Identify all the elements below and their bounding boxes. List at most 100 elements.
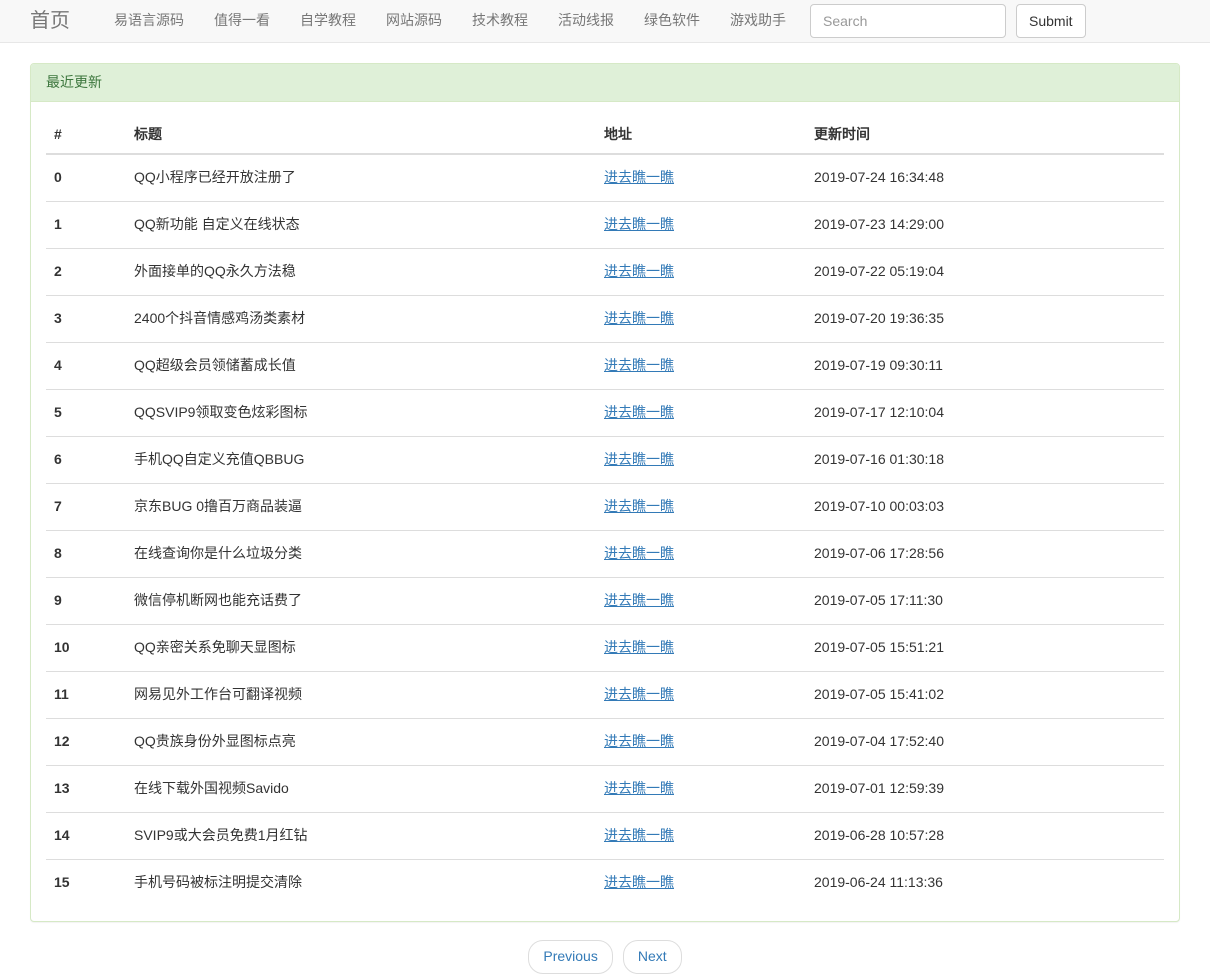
navbar-brand-home[interactable]: 首页 [30, 11, 85, 31]
table-row: 6 手机QQ自定义充值QBBUG 进去瞧一瞧 2019-07-16 01:30:… [46, 436, 1164, 483]
nav-link-green-software[interactable]: 绿色软件 [629, 0, 715, 43]
top-navbar: 首页 易语言源码 值得一看 自学教程 网站源码 技术教程 活动线报 绿色软件 游… [0, 0, 1210, 43]
cell-index: 5 [46, 389, 126, 436]
nav-item: 绿色软件 [629, 0, 715, 43]
nav-item: 网站源码 [371, 0, 457, 43]
row-detail-link[interactable]: 进去瞧一瞧 [604, 874, 674, 890]
cell-index: 9 [46, 577, 126, 624]
nav-link-website-source[interactable]: 网站源码 [371, 0, 457, 43]
table-row: 4 QQ超级会员领储蓄成长值 进去瞧一瞧 2019-07-19 09:30:11 [46, 342, 1164, 389]
search-input[interactable] [810, 4, 1006, 38]
row-detail-link[interactable]: 进去瞧一瞧 [604, 404, 674, 420]
table-row: 9 微信停机断网也能充话费了 进去瞧一瞧 2019-07-05 17:11:30 [46, 577, 1164, 624]
cell-title: QQ新功能 自定义在线状态 [126, 201, 596, 248]
row-detail-link[interactable]: 进去瞧一瞧 [604, 733, 674, 749]
table-row: 3 2400个抖音情感鸡汤类素材 进去瞧一瞧 2019-07-20 19:36:… [46, 295, 1164, 342]
cell-time: 2019-07-10 00:03:03 [806, 483, 1164, 530]
recent-updates-table: # 标题 地址 更新时间 0 QQ小程序已经开放注册了 进去瞧一瞧 2019-0… [46, 117, 1164, 906]
cell-address: 进去瞧一瞧 [596, 154, 806, 201]
table-row: 12 QQ贵族身份外显图标点亮 进去瞧一瞧 2019-07-04 17:52:4… [46, 718, 1164, 765]
cell-time: 2019-07-24 16:34:48 [806, 154, 1164, 201]
cell-address: 进去瞧一瞧 [596, 201, 806, 248]
row-detail-link[interactable]: 进去瞧一瞧 [604, 451, 674, 467]
row-detail-link[interactable]: 进去瞧一瞧 [604, 639, 674, 655]
cell-address: 进去瞧一瞧 [596, 671, 806, 718]
cell-title: QQ贵族身份外显图标点亮 [126, 718, 596, 765]
row-detail-link[interactable]: 进去瞧一瞧 [604, 780, 674, 796]
nav-item: 自学教程 [285, 0, 371, 43]
cell-time: 2019-07-19 09:30:11 [806, 342, 1164, 389]
pagination-next-button[interactable]: Next [623, 940, 682, 974]
column-header-address: 地址 [596, 117, 806, 154]
row-detail-link[interactable]: 进去瞧一瞧 [604, 310, 674, 326]
row-detail-link[interactable]: 进去瞧一瞧 [604, 216, 674, 232]
cell-time: 2019-07-05 15:51:21 [806, 624, 1164, 671]
cell-title: 在线下载外国视频Savido [126, 765, 596, 812]
pagination: Previous Next [30, 940, 1180, 974]
cell-title: 京东BUG 0撸百万商品装逼 [126, 483, 596, 530]
row-detail-link[interactable]: 进去瞧一瞧 [604, 686, 674, 702]
cell-title: 网易见外工作台可翻译视频 [126, 671, 596, 718]
cell-index: 4 [46, 342, 126, 389]
row-detail-link[interactable]: 进去瞧一瞧 [604, 498, 674, 514]
nav-link-worth-seeing[interactable]: 值得一看 [199, 0, 285, 43]
cell-address: 进去瞧一瞧 [596, 624, 806, 671]
nav-link-activity-news[interactable]: 活动线报 [543, 0, 629, 43]
cell-title: 外面接单的QQ永久方法稳 [126, 248, 596, 295]
cell-title: QQSVIP9领取变色炫彩图标 [126, 389, 596, 436]
table-row: 14 SVIP9或大会员免费1月红钻 进去瞧一瞧 2019-06-28 10:5… [46, 812, 1164, 859]
cell-title: QQ亲密关系免聊天显图标 [126, 624, 596, 671]
cell-time: 2019-07-01 12:59:39 [806, 765, 1164, 812]
table-row: 13 在线下载外国视频Savido 进去瞧一瞧 2019-07-01 12:59… [46, 765, 1164, 812]
cell-index: 14 [46, 812, 126, 859]
cell-title: 手机QQ自定义充值QBBUG [126, 436, 596, 483]
cell-time: 2019-07-23 14:29:00 [806, 201, 1164, 248]
nav-item: 游戏助手 [715, 0, 801, 43]
panel-heading: 最近更新 [31, 64, 1179, 102]
table-row: 5 QQSVIP9领取变色炫彩图标 进去瞧一瞧 2019-07-17 12:10… [46, 389, 1164, 436]
row-detail-link[interactable]: 进去瞧一瞧 [604, 263, 674, 279]
cell-time: 2019-07-17 12:10:04 [806, 389, 1164, 436]
row-detail-link[interactable]: 进去瞧一瞧 [604, 169, 674, 185]
cell-index: 6 [46, 436, 126, 483]
table-body: 0 QQ小程序已经开放注册了 进去瞧一瞧 2019-07-24 16:34:48… [46, 154, 1164, 906]
table-header-row: # 标题 地址 更新时间 [46, 117, 1164, 154]
row-detail-link[interactable]: 进去瞧一瞧 [604, 592, 674, 608]
nav-link-game-helper[interactable]: 游戏助手 [715, 0, 801, 43]
cell-title: QQ小程序已经开放注册了 [126, 154, 596, 201]
cell-time: 2019-06-28 10:57:28 [806, 812, 1164, 859]
cell-title: 在线查询你是什么垃圾分类 [126, 530, 596, 577]
table-row: 7 京东BUG 0撸百万商品装逼 进去瞧一瞧 2019-07-10 00:03:… [46, 483, 1164, 530]
cell-title: 2400个抖音情感鸡汤类素材 [126, 295, 596, 342]
cell-address: 进去瞧一瞧 [596, 436, 806, 483]
cell-index: 1 [46, 201, 126, 248]
row-detail-link[interactable]: 进去瞧一瞧 [604, 357, 674, 373]
cell-index: 8 [46, 530, 126, 577]
row-detail-link[interactable]: 进去瞧一瞧 [604, 545, 674, 561]
cell-index: 15 [46, 859, 126, 905]
nav-item: 技术教程 [457, 0, 543, 43]
cell-address: 进去瞧一瞧 [596, 859, 806, 905]
cell-title: 微信停机断网也能充话费了 [126, 577, 596, 624]
cell-address: 进去瞧一瞧 [596, 718, 806, 765]
cell-time: 2019-07-16 01:30:18 [806, 436, 1164, 483]
search-submit-button[interactable]: Submit [1016, 4, 1086, 38]
cell-title: SVIP9或大会员免费1月红钻 [126, 812, 596, 859]
cell-time: 2019-07-20 19:36:35 [806, 295, 1164, 342]
cell-address: 进去瞧一瞧 [596, 248, 806, 295]
cell-index: 0 [46, 154, 126, 201]
panel-body: # 标题 地址 更新时间 0 QQ小程序已经开放注册了 进去瞧一瞧 2019-0… [31, 102, 1179, 921]
cell-address: 进去瞧一瞧 [596, 812, 806, 859]
cell-time: 2019-07-22 05:19:04 [806, 248, 1164, 295]
recent-updates-panel: 最近更新 # 标题 地址 更新时间 0 QQ [30, 63, 1180, 922]
table-row: 10 QQ亲密关系免聊天显图标 进去瞧一瞧 2019-07-05 15:51:2… [46, 624, 1164, 671]
cell-address: 进去瞧一瞧 [596, 389, 806, 436]
navbar-menu: 易语言源码 值得一看 自学教程 网站源码 技术教程 活动线报 绿色软件 游戏助手 [99, 0, 801, 43]
pagination-previous-button[interactable]: Previous [528, 940, 612, 974]
nav-link-yiyuyan-source[interactable]: 易语言源码 [99, 0, 199, 43]
row-detail-link[interactable]: 进去瞧一瞧 [604, 827, 674, 843]
nav-link-tech-tutorial[interactable]: 技术教程 [457, 0, 543, 43]
cell-time: 2019-07-05 15:41:02 [806, 671, 1164, 718]
nav-link-self-study[interactable]: 自学教程 [285, 0, 371, 43]
table-head: # 标题 地址 更新时间 [46, 117, 1164, 154]
